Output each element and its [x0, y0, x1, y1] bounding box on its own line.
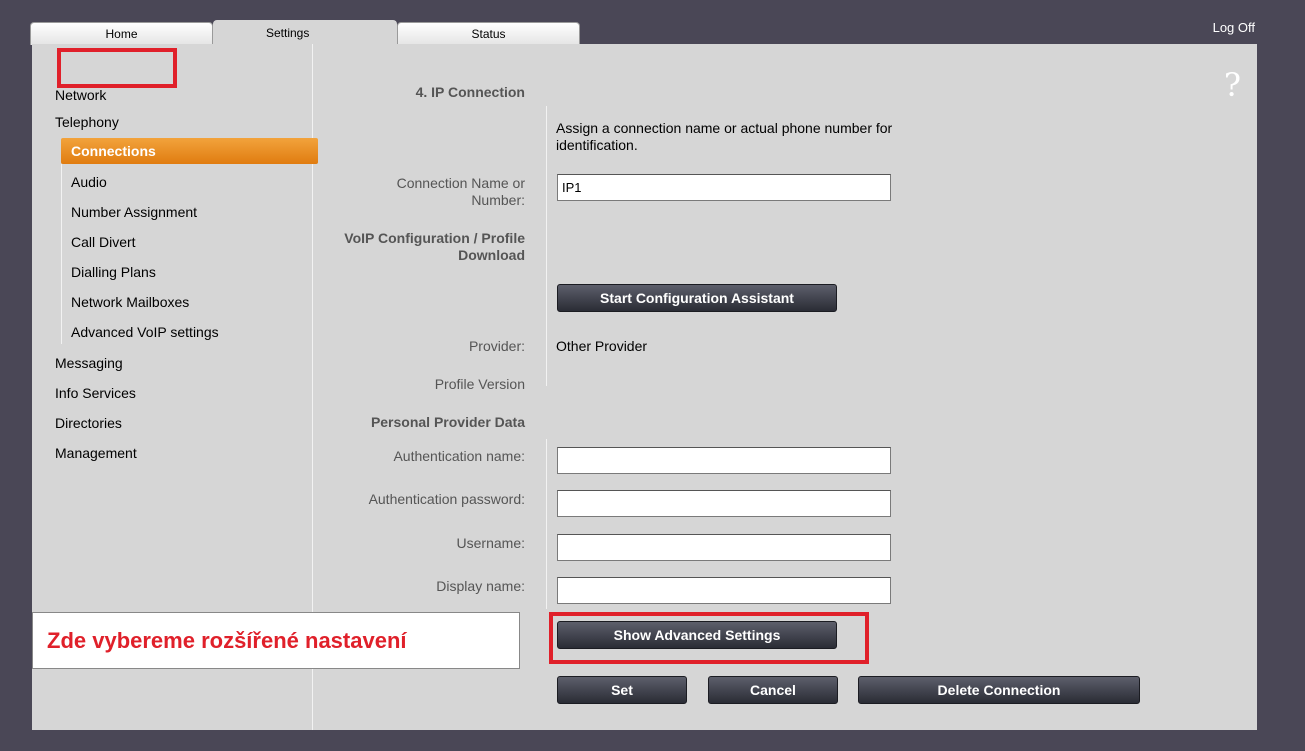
sidebar-item-info-services[interactable]: Info Services [55, 383, 136, 403]
sidebar-item-audio[interactable]: Audio [71, 172, 107, 192]
sidebar-item-dialling-plans[interactable]: Dialling Plans [71, 262, 156, 282]
sidebar-item-messaging[interactable]: Messaging [55, 353, 123, 373]
display-name-label: Display name: [436, 578, 525, 594]
set-button[interactable]: Set [557, 676, 687, 704]
sidebar-item-management[interactable]: Management [55, 443, 137, 463]
auth-password-input[interactable] [557, 490, 891, 517]
start-configuration-assistant-button[interactable]: Start Configuration Assistant [557, 284, 837, 312]
logoff-link[interactable]: Log Off [1213, 20, 1255, 35]
tab-settings[interactable]: Settings [213, 20, 397, 45]
highlight-box [57, 48, 177, 88]
provider-value: Other Provider [556, 338, 648, 354]
annotation-callout: Zde vybereme rozšířené nastavení [32, 612, 520, 669]
sidebar-item-network[interactable]: Network [55, 85, 106, 105]
profile-version-label: Profile Version [434, 376, 525, 392]
tab-status[interactable]: Status [397, 22, 580, 45]
display-name-input[interactable] [557, 577, 891, 604]
sidebar-item-call-divert[interactable]: Call Divert [71, 232, 136, 252]
field-divider [546, 439, 547, 609]
connection-name-input[interactable] [557, 174, 891, 201]
help-icon[interactable]: ? [1224, 66, 1241, 104]
connection-name-label: Connection Name or Number: [396, 175, 525, 208]
sidebar-item-connections[interactable]: Connections [61, 138, 318, 164]
sidebar-item-network-mailboxes[interactable]: Network Mailboxes [71, 292, 189, 312]
delete-connection-button[interactable]: Delete Connection [858, 676, 1140, 704]
auth-name-label: Authentication name: [393, 448, 525, 464]
highlight-box [549, 612, 869, 664]
personal-provider-label: Personal Provider Data [370, 414, 525, 430]
sidebar-item-number-assignment[interactable]: Number Assignment [71, 202, 197, 222]
sidebar-item-telephony[interactable]: Telephony [55, 112, 119, 132]
tab-home[interactable]: Home [30, 22, 213, 45]
tab-bar: Home Settings Status Log Off [0, 0, 1305, 45]
sidebar-item-directories[interactable]: Directories [55, 413, 122, 433]
provider-label: Provider: [468, 338, 525, 354]
sidebar-item-advanced-voip[interactable]: Advanced VoIP settings [71, 322, 219, 342]
description-text: Assign a connection name or actual phone… [556, 120, 893, 153]
field-divider [546, 106, 547, 386]
auth-name-input[interactable] [557, 447, 891, 474]
submenu-divider [61, 164, 62, 344]
username-input[interactable] [557, 534, 891, 561]
section-title: 4. IP Connection [415, 84, 525, 100]
voip-config-label: VoIP Configuration / Profile Download [344, 230, 525, 263]
username-label: Username: [456, 535, 525, 551]
auth-password-label: Authentication password: [368, 491, 525, 507]
cancel-button[interactable]: Cancel [708, 676, 838, 704]
